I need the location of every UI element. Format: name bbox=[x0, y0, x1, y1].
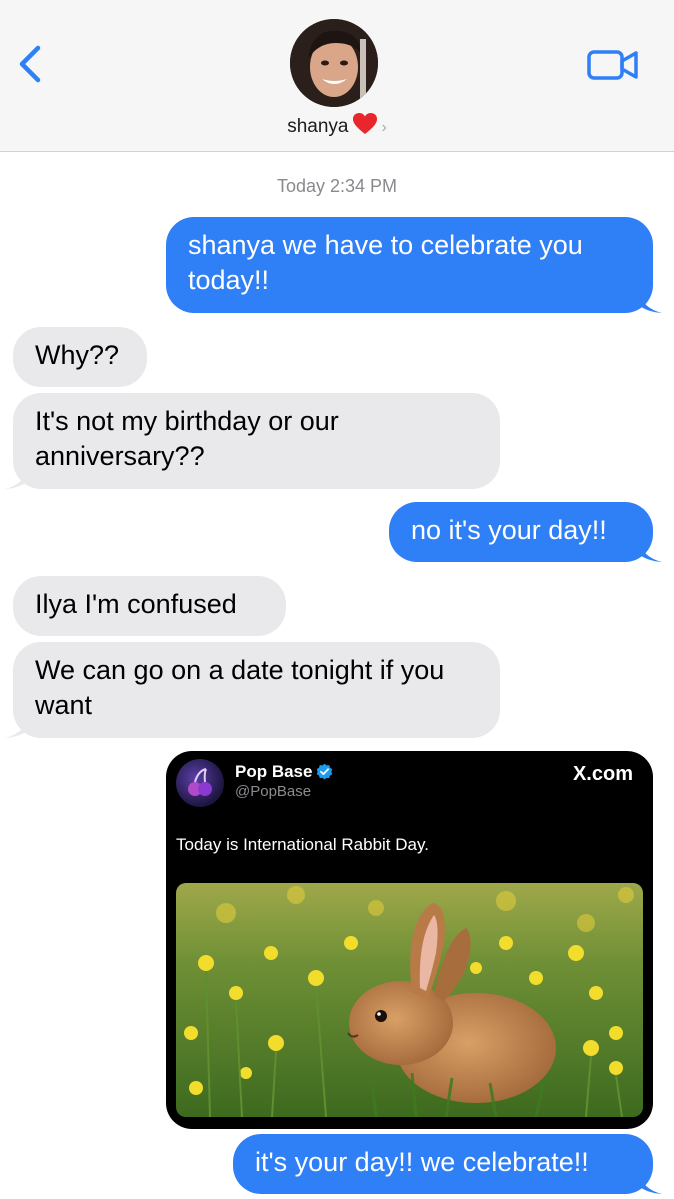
message-text: it's your day!! we celebrate!! bbox=[255, 1147, 589, 1177]
red-heart-icon bbox=[352, 112, 378, 142]
message-text: It's not my birthday or our anniversary?… bbox=[35, 406, 339, 471]
incoming-message-bubble[interactable]: It's not my birthday or our anniversary?… bbox=[13, 393, 500, 489]
incoming-message-bubble[interactable]: Why?? bbox=[13, 327, 147, 387]
conversation-header: shanya › bbox=[0, 0, 674, 152]
site-label: X.com bbox=[572, 763, 633, 785]
outgoing-message-bubble[interactable]: shanya we have to celebrate you today!! bbox=[166, 217, 653, 313]
incoming-message-bubble[interactable]: Ilya I'm confused bbox=[13, 576, 286, 636]
bubble-tail bbox=[5, 468, 27, 489]
chevron-right-icon: › bbox=[381, 119, 387, 136]
chevron-left-icon bbox=[19, 45, 41, 83]
bubble-tail bbox=[640, 541, 662, 562]
account-handle: @PopBase bbox=[235, 783, 312, 800]
verified-badge-icon bbox=[316, 763, 333, 785]
message-text: Why?? bbox=[35, 340, 120, 370]
message-text: Ilya I'm confused bbox=[35, 589, 237, 619]
message-text: no it's your day!! bbox=[411, 515, 607, 545]
outgoing-message-bubble[interactable]: no it's your day!! bbox=[389, 502, 653, 562]
rabbit-photo bbox=[176, 883, 643, 1117]
facetime-video-button[interactable] bbox=[586, 45, 640, 85]
post-text: Today is International Rabbit Day. bbox=[176, 835, 429, 854]
incoming-message-bubble[interactable]: We can go on a date tonight if you want bbox=[13, 642, 500, 738]
video-camera-icon bbox=[587, 50, 638, 80]
message-text: shanya we have to celebrate you today!! bbox=[188, 230, 583, 295]
account-name: Pop Base bbox=[235, 762, 313, 781]
outgoing-message-bubble[interactable]: it's your day!! we celebrate!! bbox=[233, 1134, 653, 1194]
account-name-row: Pop Base bbox=[235, 762, 333, 785]
x-post-link-preview[interactable]: Pop Base @PopBase X.com Today is Interna… bbox=[166, 751, 653, 1129]
message-timestamp: Today 2:34 PM bbox=[276, 176, 398, 196]
back-button[interactable] bbox=[14, 42, 50, 86]
contact-name-row[interactable]: shanya › bbox=[0, 112, 674, 142]
bubble-tail bbox=[5, 717, 27, 738]
pop-base-logo bbox=[176, 759, 224, 807]
contact-avatar[interactable] bbox=[290, 19, 378, 107]
contact-name: shanya bbox=[287, 116, 349, 137]
message-text: We can go on a date tonight if you want bbox=[35, 655, 445, 720]
bubble-tail bbox=[640, 1173, 662, 1194]
bubble-tail bbox=[640, 292, 662, 313]
